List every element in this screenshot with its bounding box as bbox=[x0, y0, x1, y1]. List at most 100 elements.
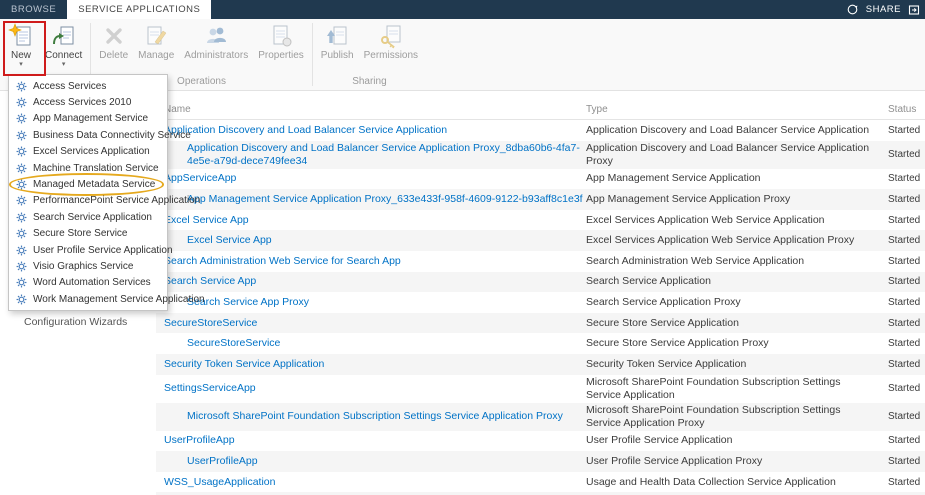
menu-item-label: App Management Service bbox=[33, 113, 148, 124]
menu-item[interactable]: Word Automation Services bbox=[9, 275, 167, 291]
menu-item[interactable]: Managed Metadata Service bbox=[9, 176, 167, 192]
menu-item-label: Work Management Service Application bbox=[33, 294, 205, 305]
service-app-status: Started bbox=[888, 337, 925, 350]
menu-item[interactable]: User Profile Service Application bbox=[9, 242, 167, 258]
service-app-name-link[interactable]: Application Discovery and Load Balancer … bbox=[156, 124, 586, 137]
service-app-name-link[interactable]: Search Administration Web Service for Se… bbox=[156, 255, 586, 268]
table-row: UserProfileApp User Profile Service Appl… bbox=[156, 451, 925, 472]
manage-icon bbox=[143, 23, 169, 49]
tab-service-applications[interactable]: SERVICE APPLICATIONS bbox=[67, 0, 211, 19]
properties-button[interactable]: Properties bbox=[253, 21, 309, 63]
topbar-right-actions: SHARE bbox=[846, 0, 925, 19]
service-app-name-link[interactable]: Excel Service App bbox=[156, 234, 586, 247]
service-app-type: User Profile Service Application bbox=[586, 434, 888, 447]
table-row: Search Service App Proxy Search Service … bbox=[156, 292, 925, 313]
delete-button[interactable]: Delete bbox=[94, 21, 133, 63]
permissions-button[interactable]: Permissions bbox=[359, 21, 423, 63]
service-app-name-link[interactable]: Microsoft SharePoint Foundation Subscrip… bbox=[156, 410, 586, 423]
menu-item[interactable]: Access Services 2010 bbox=[9, 94, 167, 110]
menu-item-label: Access Services 2010 bbox=[33, 97, 131, 108]
menu-item-label: PerformancePoint Service Application bbox=[33, 195, 200, 206]
manage-button[interactable]: Manage bbox=[133, 21, 179, 63]
sharepoint-central-admin-window: BROWSE SERVICE APPLICATIONS SHARE bbox=[0, 0, 925, 495]
table-row: SecureStoreService Secure Store Service … bbox=[156, 313, 925, 334]
permissions-button-label: Permissions bbox=[364, 50, 418, 61]
tab-browse[interactable]: BROWSE bbox=[0, 0, 67, 19]
menu-item[interactable]: Excel Services Application bbox=[9, 144, 167, 160]
connect-button[interactable]: Connect ▾ bbox=[40, 21, 87, 70]
focus-on-content-icon[interactable] bbox=[908, 4, 920, 16]
service-app-name-link[interactable]: SettingsServiceApp bbox=[156, 382, 586, 395]
service-app-name-link[interactable]: UserProfileApp bbox=[156, 455, 586, 468]
service-app-name-link[interactable]: Search Service App bbox=[156, 275, 586, 288]
service-gear-icon bbox=[16, 130, 27, 141]
service-app-name-link[interactable]: SecureStoreService bbox=[156, 337, 586, 350]
top-tab-bar: BROWSE SERVICE APPLICATIONS SHARE bbox=[0, 0, 925, 19]
service-app-name-link[interactable]: Excel Service App bbox=[156, 214, 586, 227]
menu-item-label: Word Automation Services bbox=[33, 277, 151, 288]
share-button[interactable]: SHARE bbox=[866, 4, 901, 15]
menu-item[interactable]: PerformancePoint Service Application bbox=[9, 193, 167, 209]
service-app-status: Started bbox=[888, 317, 925, 330]
column-header-status: Status bbox=[888, 104, 925, 115]
menu-item-label: Secure Store Service bbox=[33, 228, 128, 239]
ribbon-group-sharing: Publish Permissions Sharing bbox=[316, 19, 423, 90]
service-app-status: Started bbox=[888, 255, 925, 268]
service-app-name-link[interactable]: AppServiceApp bbox=[156, 172, 586, 185]
service-app-type: Microsoft SharePoint Foundation Subscrip… bbox=[586, 404, 888, 430]
service-app-type: Search Service Application Proxy bbox=[586, 296, 888, 309]
chevron-down-icon: ▾ bbox=[62, 61, 66, 68]
manage-button-label: Manage bbox=[138, 50, 174, 61]
service-app-status: Started bbox=[888, 296, 925, 309]
new-service-dropdown-menu: Access Services Access Services 2010 bbox=[8, 74, 168, 311]
service-gear-icon bbox=[16, 179, 27, 190]
menu-item[interactable]: Visio Graphics Service bbox=[9, 258, 167, 274]
service-app-type: App Management Service Application Proxy bbox=[586, 193, 888, 206]
service-app-name-link[interactable]: Security Token Service Application bbox=[156, 358, 586, 371]
menu-item-label: Managed Metadata Service bbox=[33, 179, 155, 190]
service-app-status: Started bbox=[888, 410, 925, 423]
menu-item[interactable]: Access Services bbox=[9, 78, 167, 94]
menu-item[interactable]: App Management Service bbox=[9, 111, 167, 127]
service-app-status: Started bbox=[888, 382, 925, 395]
service-app-name-link[interactable]: UserProfileApp bbox=[156, 434, 586, 447]
menu-item[interactable]: Business Data Connectivity Service bbox=[9, 127, 167, 143]
service-app-name-link[interactable]: App Management Service Application Proxy… bbox=[156, 193, 586, 206]
table-row: AppServiceApp App Management Service App… bbox=[156, 169, 925, 190]
menu-item[interactable]: Machine Translation Service bbox=[9, 160, 167, 176]
service-app-name-link[interactable]: Application Discovery and Load Balancer … bbox=[156, 142, 586, 168]
service-gear-icon bbox=[16, 277, 27, 288]
service-gear-icon bbox=[16, 228, 27, 239]
menu-item-label: Business Data Connectivity Service bbox=[33, 130, 191, 141]
table-header-row: Name Type Status bbox=[156, 98, 925, 120]
sidebar-item-configuration-wizards[interactable]: Configuration Wizards bbox=[24, 316, 127, 328]
publish-button[interactable]: Publish bbox=[316, 21, 359, 63]
administrators-button-label: Administrators bbox=[184, 50, 248, 61]
service-gear-icon bbox=[16, 163, 27, 174]
administrators-button[interactable]: Administrators bbox=[179, 21, 253, 63]
menu-item[interactable]: Work Management Service Application bbox=[9, 291, 167, 307]
service-app-status: Started bbox=[888, 214, 925, 227]
menu-item[interactable]: Secure Store Service bbox=[9, 226, 167, 242]
service-app-status: Started bbox=[888, 124, 925, 137]
service-app-name-link[interactable]: WSS_UsageApplication bbox=[156, 476, 586, 489]
delete-icon bbox=[101, 23, 127, 49]
connect-icon bbox=[51, 23, 77, 49]
menu-item[interactable]: Search Service Application bbox=[9, 209, 167, 225]
new-button[interactable]: New ▾ bbox=[2, 21, 40, 70]
service-app-name-link[interactable]: Search Service App Proxy bbox=[156, 296, 586, 309]
table-row: App Management Service Application Proxy… bbox=[156, 189, 925, 210]
menu-item-label: Search Service Application bbox=[33, 212, 152, 223]
service-applications-list: Application Discovery and Load Balancer … bbox=[156, 120, 925, 495]
table-row: Excel Service App Excel Services Applica… bbox=[156, 230, 925, 251]
service-app-type: Microsoft SharePoint Foundation Subscrip… bbox=[586, 376, 888, 402]
service-app-name-link[interactable]: SecureStoreService bbox=[156, 317, 586, 330]
ribbon-group-operations-label: Operations bbox=[177, 76, 226, 90]
service-app-status: Started bbox=[888, 434, 925, 447]
sync-circle-icon bbox=[846, 3, 859, 16]
service-app-type: Secure Store Service Application bbox=[586, 317, 888, 330]
new-icon bbox=[8, 23, 34, 49]
service-app-type: Usage and Health Data Collection Service… bbox=[586, 476, 888, 489]
table-row: UserProfileApp User Profile Service Appl… bbox=[156, 431, 925, 452]
service-gear-icon bbox=[16, 261, 27, 272]
